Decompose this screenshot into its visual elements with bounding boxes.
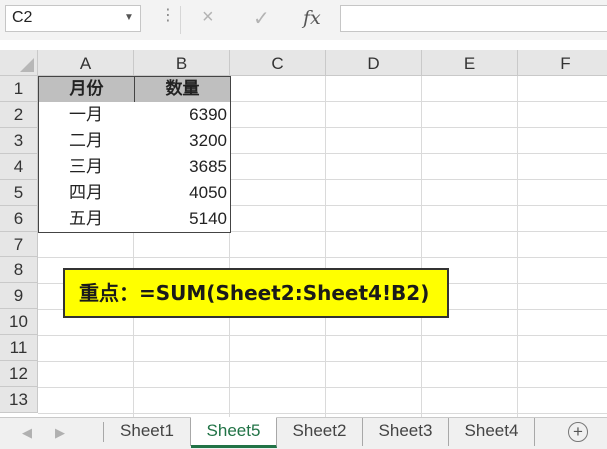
row-header-10[interactable]: 10 [0, 309, 38, 335]
cell-b5[interactable]: 4050 [134, 180, 231, 207]
row-header-7[interactable]: 7 [0, 232, 38, 257]
header-month[interactable]: 月份 [38, 76, 135, 103]
cell-a4[interactable]: 三月 [38, 154, 135, 181]
row-header-12[interactable]: 12 [0, 361, 38, 387]
cell-b6[interactable]: 5140 [134, 206, 231, 233]
formula-bar: C2 ▼ ⋮ × ✓ fx [0, 0, 607, 40]
name-box[interactable]: C2 [5, 5, 141, 32]
tab-sheet4[interactable]: Sheet4 [449, 418, 535, 446]
row-header-3[interactable]: 3 [0, 128, 38, 154]
name-box-value: C2 [12, 9, 33, 26]
row-header-4[interactable]: 4 [0, 154, 38, 180]
formula-input[interactable] [340, 5, 607, 32]
select-all-corner[interactable] [0, 50, 38, 76]
column-header-a[interactable]: A [38, 50, 134, 76]
cell-a3[interactable]: 二月 [38, 128, 135, 155]
formula-bar-grip-icon[interactable]: ⋮ [160, 8, 176, 24]
tab-sheet3[interactable]: Sheet3 [363, 418, 449, 446]
tab-sheet1[interactable]: Sheet1 [104, 418, 191, 446]
enter-icon[interactable]: ✓ [253, 6, 270, 31]
insert-function-icon[interactable]: fx [303, 7, 321, 29]
row-header-8[interactable]: 8 [0, 257, 38, 283]
cell-b2[interactable]: 6390 [134, 102, 231, 129]
row-header-9[interactable]: 9 [0, 283, 38, 309]
row-header-1[interactable]: 1 [0, 76, 38, 102]
scroll-tabs-left-icon[interactable]: ◀ [22, 425, 32, 441]
row-header-13[interactable]: 13 [0, 387, 38, 413]
worksheet-grid[interactable]: A B C D E F 1 2 3 4 5 6 7 8 9 10 11 12 1… [0, 50, 607, 417]
select-all-triangle-icon [20, 58, 34, 72]
tab-sheet5[interactable]: Sheet5 [191, 417, 277, 448]
scroll-tabs-right-icon[interactable]: ▶ [55, 425, 65, 441]
row-header-5[interactable]: 5 [0, 180, 38, 206]
column-header-b[interactable]: B [134, 50, 230, 76]
column-header-d[interactable]: D [326, 50, 422, 76]
tab-sheet2[interactable]: Sheet2 [277, 418, 363, 446]
cell-a5[interactable]: 四月 [38, 180, 135, 207]
cancel-icon[interactable]: × [202, 6, 214, 29]
cell-b3[interactable]: 3200 [134, 128, 231, 155]
sheet-tab-bar: ◀ ▶ Sheet1 Sheet5 Sheet2 Sheet3 Sheet4 + [0, 417, 607, 449]
column-header-e[interactable]: E [422, 50, 518, 76]
formula-bar-divider [180, 6, 181, 34]
name-box-dropdown-icon[interactable]: ▼ [124, 12, 134, 23]
row-header-6[interactable]: 6 [0, 206, 38, 232]
cell-a2[interactable]: 一月 [38, 102, 135, 129]
row-header-2[interactable]: 2 [0, 102, 38, 128]
cell-b4[interactable]: 3685 [134, 154, 231, 181]
cell-a6[interactable]: 五月 [38, 206, 135, 233]
column-header-f[interactable]: F [518, 50, 607, 76]
row-header-11[interactable]: 11 [0, 335, 38, 361]
formula-note-box[interactable]: 重点：=SUM(Sheet2:Sheet4!B2) [63, 268, 449, 318]
header-quantity[interactable]: 数量 [134, 76, 231, 103]
add-sheet-icon[interactable]: + [568, 422, 588, 442]
column-header-c[interactable]: C [230, 50, 326, 76]
